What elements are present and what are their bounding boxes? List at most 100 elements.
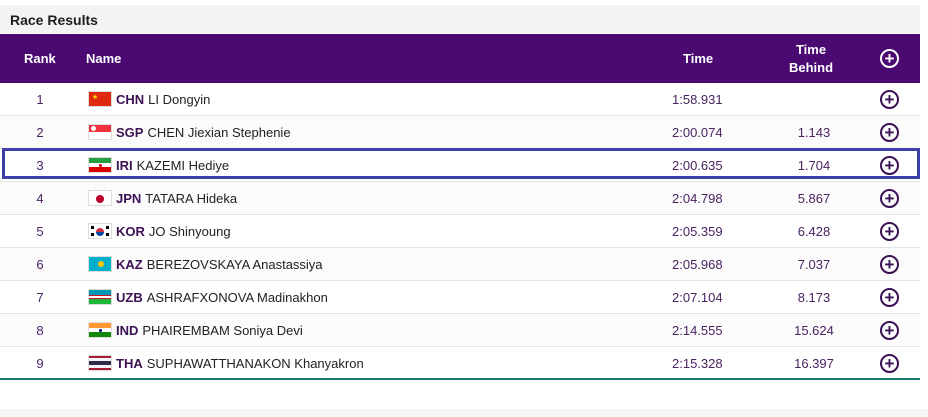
noc-code: IND — [116, 322, 139, 338]
noc-code: KOR — [116, 223, 145, 239]
uzbekistan-flag-icon — [88, 289, 112, 305]
time-cell: 2:05.968 — [672, 256, 723, 272]
expand-row-button[interactable]: + — [880, 347, 899, 379]
china-flag-icon: ★ — [88, 91, 112, 107]
expand-row-button[interactable]: + — [880, 215, 899, 247]
footer-band — [0, 409, 928, 417]
table-row[interactable]: 1 ★ CHN LI Dongyin 1:58.931 + — [0, 83, 920, 116]
rank-cell: 2 — [36, 124, 44, 140]
athlete-cell: KAZ BEREZOVSKAYA Anastassiya — [88, 248, 323, 280]
expand-row-button[interactable]: + — [880, 182, 899, 214]
athlete-cell: UZB ASHRAFXONOVA Madinakhon — [88, 281, 328, 313]
column-header-time: Time — [683, 51, 714, 66]
noc-code: THA — [116, 355, 143, 371]
rank-cell: 9 — [36, 355, 44, 371]
time-cell: 2:14.555 — [672, 322, 723, 338]
time-behind-cell: 1.143 — [797, 124, 831, 140]
athlete-cell: SGP CHEN Jiexian Stephenie — [88, 116, 291, 148]
plus-circle-icon: + — [880, 221, 899, 241]
thailand-flag-icon — [88, 355, 112, 371]
rank-cell: 8 — [36, 322, 44, 338]
table-row[interactable]: 5 KOR JO Shinyoung 2:05.359 6.428 + — [0, 215, 920, 248]
athlete-name[interactable]: TATARA Hideka — [145, 191, 237, 206]
athlete-cell: IRI KAZEMI Hediye — [88, 149, 229, 181]
table-row[interactable]: 9 THA SUPHAWATTHANAKON Khanyakron 2:15.3… — [0, 347, 920, 380]
panel-title: Race Results — [10, 12, 98, 28]
iran-flag-icon — [88, 157, 112, 173]
rank-cell: 6 — [36, 256, 44, 272]
results-panel-header: Race Results — [0, 5, 920, 33]
time-behind-cell: 1.704 — [797, 157, 831, 173]
plus-circle-icon: + — [880, 320, 899, 340]
table-row[interactable]: 8 IND PHAIREMBAM Soniya Devi 2:14.555 15… — [0, 314, 920, 347]
athlete-name[interactable]: BEREZOVSKAYA Anastassiya — [147, 257, 323, 272]
plus-circle-icon: + — [880, 89, 899, 109]
time-cell: 2:00.074 — [672, 124, 723, 140]
time-cell: 1:58.931 — [672, 91, 723, 107]
plus-circle-icon: + — [880, 188, 899, 208]
expand-all-button[interactable]: + — [880, 34, 899, 83]
athlete-cell: ★ CHN LI Dongyin — [88, 83, 210, 115]
athlete-name[interactable]: LI Dongyin — [148, 92, 210, 107]
plus-circle-icon: + — [880, 254, 899, 274]
athlete-name[interactable]: PHAIREMBAM Soniya Devi — [142, 323, 302, 338]
korea-flag-icon — [88, 223, 112, 239]
time-behind-cell: 5.867 — [797, 190, 831, 206]
plus-circle-icon: + — [880, 122, 899, 142]
expand-row-button[interactable]: + — [880, 314, 899, 346]
kazakhstan-flag-icon — [88, 256, 112, 272]
athlete-cell: IND PHAIREMBAM Soniya Devi — [88, 314, 303, 346]
rank-cell: 3 — [36, 157, 44, 173]
japan-flag-icon — [88, 190, 112, 206]
time-cell: 2:07.104 — [672, 289, 723, 305]
table-row[interactable]: 7 UZB ASHRAFXONOVA Madinakhon 2:07.104 8… — [0, 281, 920, 314]
table-row[interactable]: 6 KAZ BEREZOVSKAYA Anastassiya 2:05.968 … — [0, 248, 920, 281]
expand-row-button[interactable]: + — [880, 248, 899, 280]
rank-cell: 4 — [36, 190, 44, 206]
column-header-time-behind: Time Behind — [788, 41, 834, 75]
table-row[interactable]: 2 SGP CHEN Jiexian Stephenie 2:00.074 1.… — [0, 116, 920, 149]
column-header-name: Name — [86, 51, 122, 66]
time-behind-cell: 15.624 — [794, 322, 834, 338]
table-row[interactable]: 3 IRI KAZEMI Hediye 2:00.635 1.704 + — [0, 149, 920, 182]
time-behind-cell: 8.173 — [797, 289, 831, 305]
athlete-name[interactable]: CHEN Jiexian Stephenie — [147, 125, 290, 140]
athlete-name[interactable]: JO Shinyoung — [149, 224, 231, 239]
india-flag-icon — [88, 322, 112, 338]
athlete-name[interactable]: SUPHAWATTHANAKON Khanyakron — [147, 356, 364, 371]
time-behind-cell: 6.428 — [797, 223, 831, 239]
table-header: Rank Name Time Time Behind + — [0, 34, 920, 83]
rank-cell: 5 — [36, 223, 44, 239]
noc-code: UZB — [116, 289, 143, 305]
plus-circle-icon: + — [880, 287, 899, 307]
time-behind-cell: 16.397 — [794, 355, 834, 371]
noc-code: SGP — [116, 124, 144, 140]
athlete-name[interactable]: ASHRAFXONOVA Madinakhon — [147, 290, 328, 305]
noc-code: IRI — [116, 157, 133, 173]
expand-row-button[interactable]: + — [880, 281, 899, 313]
time-cell: 2:15.328 — [672, 355, 723, 371]
expand-row-button[interactable]: + — [880, 83, 899, 115]
time-cell: 2:04.798 — [672, 190, 723, 206]
noc-code: JPN — [116, 190, 142, 206]
expand-row-button[interactable]: + — [880, 149, 899, 181]
time-cell: 2:05.359 — [672, 223, 723, 239]
expand-row-button[interactable]: + — [880, 116, 899, 148]
athlete-cell: THA SUPHAWATTHANAKON Khanyakron — [88, 347, 364, 379]
results-table-body: 1 ★ CHN LI Dongyin 1:58.931 + 2 SGP CHEN… — [0, 83, 920, 380]
table-row[interactable]: 4 JPN TATARA Hideka 2:04.798 5.867 + — [0, 182, 920, 215]
rank-cell: 1 — [36, 91, 44, 107]
time-behind-cell: 7.037 — [797, 256, 831, 272]
noc-code: KAZ — [116, 256, 143, 272]
time-cell: 2:00.635 — [672, 157, 723, 173]
column-header-rank: Rank — [24, 51, 56, 66]
plus-circle-icon: + — [880, 49, 899, 68]
rank-cell: 7 — [36, 289, 44, 305]
athlete-cell: KOR JO Shinyoung — [88, 215, 231, 247]
plus-circle-icon: + — [880, 353, 899, 373]
athlete-name[interactable]: KAZEMI Hediye — [137, 158, 229, 173]
singapore-flag-icon — [88, 124, 112, 140]
plus-circle-icon: + — [880, 155, 899, 175]
athlete-cell: JPN TATARA Hideka — [88, 182, 237, 214]
noc-code: CHN — [116, 91, 145, 107]
